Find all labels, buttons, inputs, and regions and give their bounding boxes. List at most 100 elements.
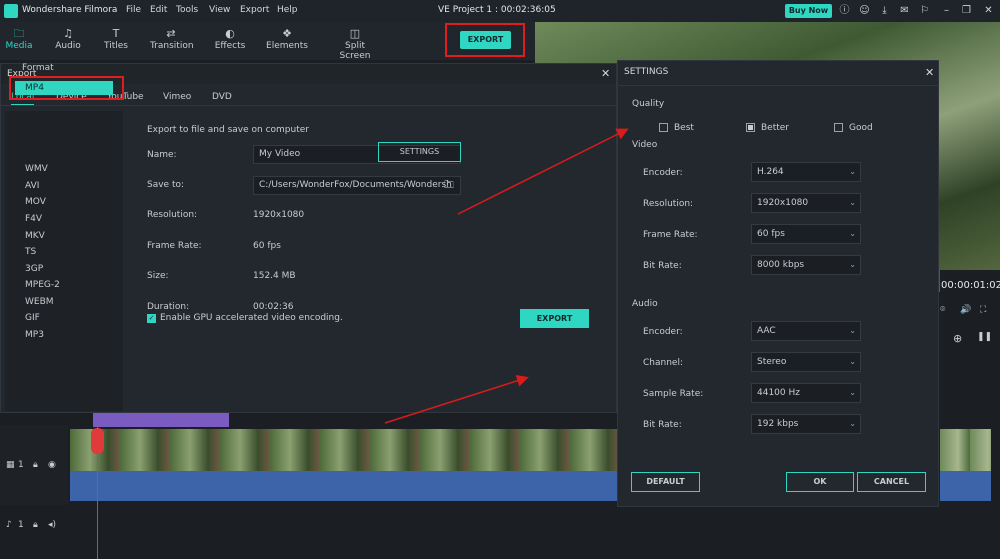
video-resolution-select[interactable]: 1920x1080 ⌄ [751,193,861,213]
export-dialog: Export ✕ Local Device YouTube Vimeo DVD [0,63,617,413]
audio-encoder-select[interactable]: AAC ⌄ [751,321,861,341]
menu-file[interactable]: File [126,5,141,15]
audio-sample-rate-select[interactable]: 44100 Hz ⌄ [751,383,861,403]
ok-button[interactable]: OK [786,472,854,492]
tab-audio[interactable]: ♫ Audio [55,27,81,51]
eye-icon[interactable]: ◉ [48,460,56,470]
audio-track-icon: ♪ [6,520,12,530]
chevron-down-icon: ⌄ [849,260,856,269]
tab-transition[interactable]: ⇄ Transition [150,27,194,51]
video-encoder-value: H.264 [757,167,784,177]
split-screen-icon: ◫ [349,27,361,40]
settings-dialog-title: SETTINGS [624,67,669,77]
maximize-icon[interactable]: ❐ [960,4,973,17]
gpu-checkbox[interactable]: ✓ [147,314,156,323]
cancel-button[interactable]: CANCEL [857,472,926,492]
lock-icon[interactable]: 🔒︎ [33,460,38,470]
format-item-wmv[interactable]: WMV [25,164,48,174]
video-clip[interactable] [70,429,617,471]
format-item-mkv[interactable]: MKV [25,231,45,241]
chevron-down-icon: ⌄ [849,357,856,366]
audio-lock-icon[interactable]: 🔒︎ [33,520,38,530]
feedback-icon[interactable]: ⚐ [918,4,931,17]
export-button[interactable]: EXPORT [520,309,589,328]
folder-icon[interactable]: 🗀 [444,178,454,195]
format-item-mpeg2[interactable]: MPEG-2 [25,280,60,290]
minimize-icon[interactable]: – [940,4,953,17]
buy-now-button[interactable]: Buy Now [785,4,832,18]
quality-good-checkbox[interactable] [834,123,843,132]
save-to-path: C:/Users/WonderFox/Documents/Wondersh [259,180,452,190]
frame-rate-label: Frame Rate: [147,241,202,251]
video-clip-right[interactable] [940,429,991,471]
quality-best-checkbox[interactable] [659,123,668,132]
pause-icon[interactable]: ❚❚ [977,332,992,342]
project-title: VE Project 1 : 00:02:36:05 [438,5,556,15]
save-to-label: Save to: [147,180,185,190]
chevron-down-icon: ⌄ [849,229,856,238]
tab-effects[interactable]: ◐ Effects [214,27,246,51]
settings-close-icon[interactable]: ✕ [925,66,934,79]
message-icon[interactable]: ✉ [898,4,911,17]
audio-track-number: 1 [18,520,24,530]
audio-waveform-right[interactable] [940,471,991,501]
video-frame-rate-select[interactable]: 60 fps ⌄ [751,224,861,244]
transition-icon: ⇄ [166,27,176,40]
playhead-handle[interactable] [91,428,104,454]
tab-titles[interactable]: T Titles [103,27,129,51]
info-icon[interactable]: ⓘ [838,4,851,17]
close-icon[interactable]: ✕ [601,67,610,80]
title-clip[interactable] [93,413,229,427]
audio-channel-select[interactable]: Stereo ⌄ [751,352,861,372]
tab-dvd[interactable]: DVD [212,92,232,102]
quality-better-label: Better [761,123,790,133]
format-item-webm[interactable]: WEBM [25,297,54,307]
video-bit-rate-select[interactable]: 8000 kbps ⌄ [751,255,861,275]
format-item-f4v[interactable]: F4V [25,214,42,224]
save-to-field[interactable]: C:/Users/WonderFox/Documents/Wondersh [253,176,461,195]
filmora-logo-icon [4,4,18,18]
tab-vimeo[interactable]: Vimeo [163,92,191,102]
close-icon[interactable]: ✕ [982,4,995,17]
audio-sample-rate-label: Sample Rate: [643,389,704,399]
tab-media[interactable]: 🗀 Media [5,27,33,51]
zoom-in-icon[interactable]: ⊕ [953,332,962,345]
audio-sample-rate-value: 44100 Hz [757,388,800,398]
audio-waveform[interactable] [70,471,617,501]
format-item-avi[interactable]: AVI [25,181,39,191]
menu-help[interactable]: Help [277,5,298,15]
chevron-down-icon: ⌄ [849,388,856,397]
account-icon[interactable]: ☺ [858,4,871,17]
audio-channel-label: Channel: [643,358,683,368]
default-button[interactable]: DEFAULT [631,472,700,492]
format-item-mp3[interactable]: MP3 [25,330,44,340]
format-item-ts[interactable]: TS [25,247,36,257]
quality-better-checkbox[interactable] [746,123,755,132]
gpu-label: Enable GPU accelerated video encoding. [160,313,343,323]
tab-elements[interactable]: ❖ Elements [266,27,308,51]
video-resolution-label: Resolution: [643,199,694,209]
download-icon[interactable]: ⤓ [878,4,891,17]
format-item-gif[interactable]: GIF [25,313,40,323]
speaker-icon[interactable]: ◂) [48,520,56,530]
format-item-mov[interactable]: MOV [25,197,46,207]
menu-view[interactable]: View [209,5,230,15]
audio-bit-rate-value: 192 kbps [757,419,799,429]
format-item-3gp[interactable]: 3GP [25,264,43,274]
tab-split-screen[interactable]: ◫ Split Screen [330,27,380,61]
menu-tools[interactable]: Tools [176,5,198,15]
settings-dialog: SETTINGS ✕ Quality Best Better Good Vide… [617,60,939,507]
snapshot-icon[interactable]: ⌾ [940,305,945,315]
menu-edit[interactable]: Edit [150,5,167,15]
video-section-label: Video [632,140,658,150]
audio-bit-rate-select[interactable]: 192 kbps ⌄ [751,414,861,434]
video-encoder-select[interactable]: H.264 ⌄ [751,162,861,182]
volume-icon[interactable]: 🔊 [960,305,971,315]
menu-export[interactable]: Export [240,5,269,15]
folder-icon: 🗀 [13,27,25,40]
video-frame-rate-value: 60 fps [757,229,785,239]
audio-encoder-value: AAC [757,326,776,336]
fullscreen-icon[interactable]: ⛶ [980,305,986,315]
settings-button[interactable]: SETTINGS [378,142,461,162]
video-track-number: 1 [18,460,24,470]
